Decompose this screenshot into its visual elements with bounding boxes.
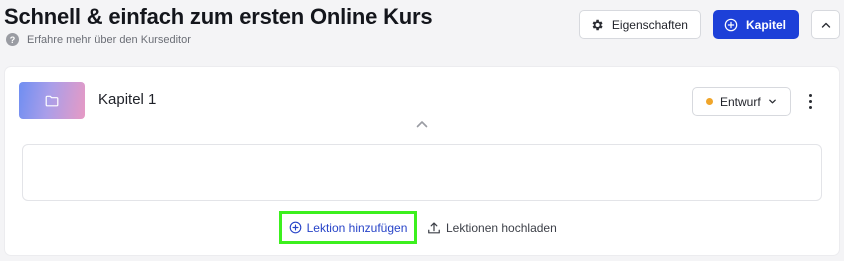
upload-icon [428, 222, 440, 234]
gear-icon [592, 19, 603, 30]
upload-lessons-button-label: Lektionen hochladen [446, 221, 557, 235]
more-options-icon[interactable] [805, 91, 815, 111]
header-actions: Eigenschaften Kapitel [578, 10, 840, 39]
page-title: Schnell & einfach zum ersten Online Kurs [4, 4, 433, 29]
status-dot [706, 98, 713, 105]
plus-circle-icon [289, 221, 301, 234]
plus-circle-icon [724, 18, 738, 31]
add-chapter-button-label: Kapitel [745, 17, 786, 32]
chevron-down-icon [768, 99, 776, 104]
course-editor-help-link[interactable]: Erfahre mehr über den Kurseditor [27, 34, 191, 46]
properties-button-label: Eigenschaften [611, 17, 688, 32]
collapse-all-button[interactable] [811, 10, 840, 39]
kebab-dot [808, 93, 812, 97]
kebab-dot [808, 99, 812, 103]
chapter-thumbnail[interactable] [19, 82, 85, 119]
chapter-card: Kapitel 1 Entwurf Lektion hinzufügen Lek… [5, 67, 839, 255]
properties-button[interactable]: Eigenschaften [578, 10, 701, 39]
chevron-up-icon [821, 22, 830, 28]
status-dropdown[interactable]: Entwurf [692, 87, 791, 116]
add-chapter-button[interactable]: Kapitel [712, 10, 799, 39]
add-lesson-button-label: Lektion hinzufügen [306, 220, 408, 235]
help-row: ? Erfahre mehr über den Kurseditor [6, 33, 191, 46]
add-lesson-button[interactable]: Lektion hinzufügen [279, 211, 417, 244]
chapter-title[interactable]: Kapitel 1 [98, 91, 156, 108]
kebab-dot [808, 105, 812, 109]
status-label: Entwurf [720, 94, 761, 109]
lessons-drop-area [22, 144, 822, 201]
folder-icon [45, 95, 59, 106]
upload-lessons-button[interactable]: Lektionen hochladen [427, 218, 557, 238]
collapse-chapter-chevron-icon[interactable] [414, 117, 430, 131]
course-editor-page: Schnell & einfach zum ersten Online Kurs… [0, 0, 844, 261]
question-circle-icon: ? [6, 33, 19, 46]
